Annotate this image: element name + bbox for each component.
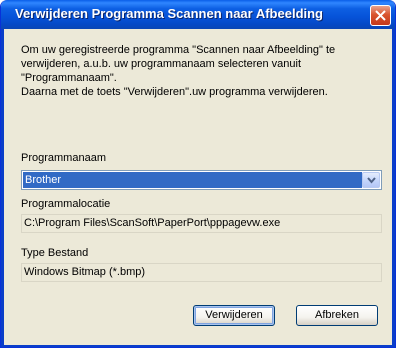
program-name-select[interactable]: Brother [21,170,382,190]
program-name-label: Programmanaam [21,152,106,164]
file-type-field: Windows Bitmap (*.bmp) [21,263,382,282]
program-name-selected-value: Brother [23,172,362,188]
instruction-line-1: Om uw geregistreerde programma "Scannen … [21,44,336,56]
close-button[interactable] [370,5,391,26]
cancel-button[interactable]: Afbreken [296,305,378,326]
file-type-label: Type Bestand [21,247,89,259]
chevron-down-icon [367,177,376,184]
program-location-field: C:\Program Files\ScanSoft\PaperPort\pppa… [21,214,382,233]
dropdown-button[interactable] [362,172,380,188]
window-border-right [392,29,395,347]
delete-button[interactable]: Verwijderen [193,305,275,326]
title-bar[interactable]: Verwijderen Programma Scannen naar Afbee… [1,0,395,29]
dialog-content: Om uw geregistreerde programma "Scannen … [4,29,392,345]
dialog-window: Verwijderen Programma Scannen naar Afbee… [0,0,396,348]
instruction-line-4: Daarna met de toets "Verwijderen".uw pro… [21,86,328,98]
program-location-label: Programmalocatie [21,198,111,210]
close-icon [375,10,386,21]
instruction-line-2: verwijderen, a.u.b. uw programmanaam sel… [21,58,302,70]
instruction-line-3: "Programmanaam". [21,72,117,84]
window-title: Verwijderen Programma Scannen naar Afbee… [15,6,324,21]
